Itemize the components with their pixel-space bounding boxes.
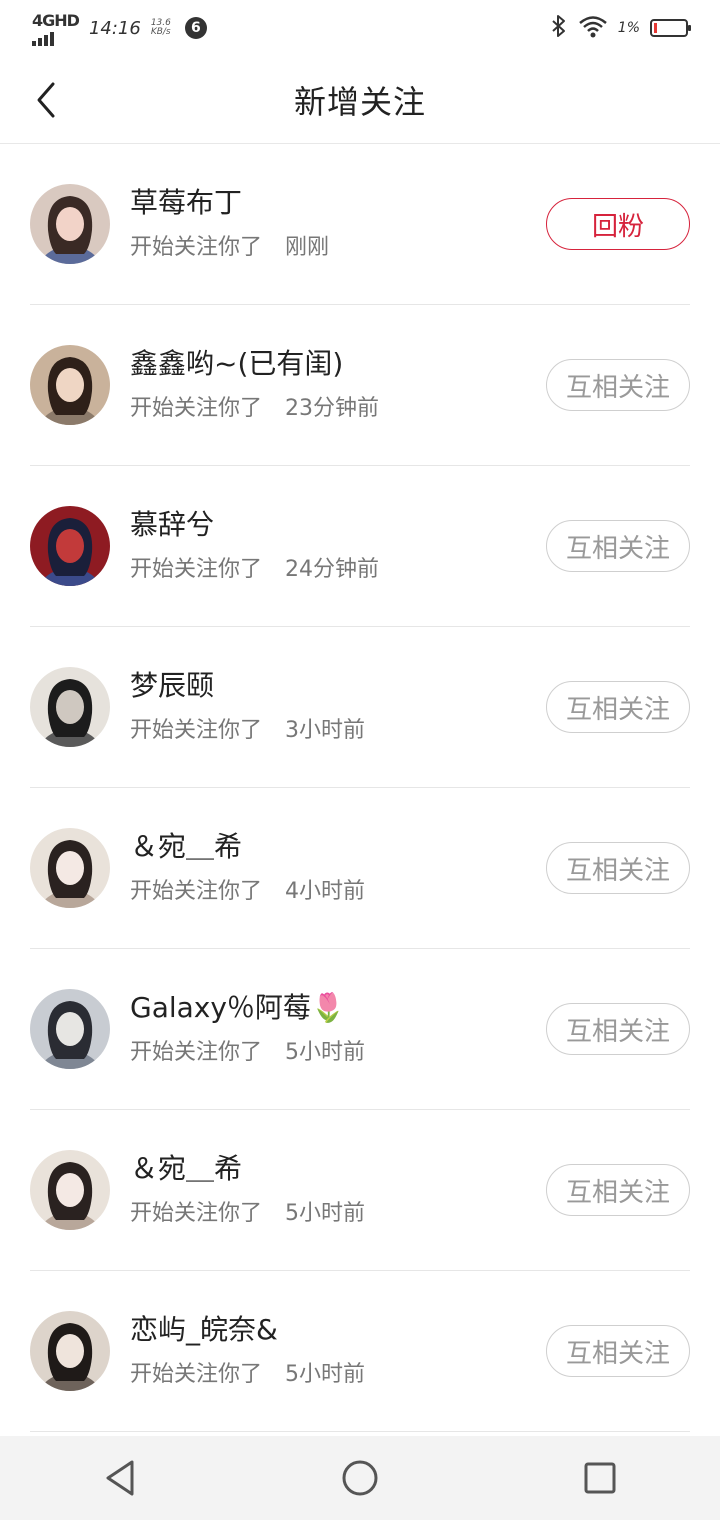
wifi-icon <box>578 14 608 42</box>
network-speed-unit: KB/s <box>150 27 171 37</box>
follower-info: ＆宛＿希 开始关注你了 5小时前 <box>130 1151 546 1229</box>
follow-action-text: 开始关注你了 <box>130 879 263 904</box>
mutual-follow-button[interactable]: 互相关注 <box>546 1003 690 1055</box>
mutual-follow-button[interactable]: 互相关注 <box>546 520 690 572</box>
follow-action-text: 开始关注你了 <box>130 235 263 260</box>
status-bar-right: 1% <box>550 14 691 42</box>
mutual-follow-button[interactable]: 互相关注 <box>546 681 690 733</box>
follow-time: 23分钟前 <box>285 396 380 421</box>
status-bar: 4GHD 14:16 13.6 KB/s 6 1% <box>0 0 720 56</box>
avatar[interactable] <box>30 989 110 1069</box>
follower-info: 梦辰颐 开始关注你了 3小时前 <box>130 668 546 746</box>
follower-row[interactable]: ＆宛＿希 开始关注你了 5小时前 互相关注 <box>30 1110 690 1271</box>
avatar-image <box>30 506 110 586</box>
avatar-image <box>30 1150 110 1230</box>
follow-action-text: 开始关注你了 <box>130 718 263 743</box>
avatar-image <box>30 828 110 908</box>
follower-subtitle: 开始关注你了 23分钟前 <box>130 394 546 424</box>
follower-name[interactable]: 恋屿_皖奈& <box>130 1312 546 1350</box>
follower-row[interactable]: 恋屿_皖奈& 开始关注你了 5小时前 互相关注 <box>30 1271 690 1432</box>
avatar-image <box>30 989 110 1069</box>
clock: 14:16 <box>88 17 141 39</box>
follower-subtitle: 开始关注你了 刚刚 <box>130 233 546 263</box>
avatar[interactable] <box>30 1150 110 1230</box>
follow-time: 刚刚 <box>285 235 330 260</box>
follow-time: 5小时前 <box>285 1362 366 1387</box>
follower-name[interactable]: 草莓布丁 <box>130 185 546 223</box>
follow-action-text: 开始关注你了 <box>130 557 263 582</box>
back-triangle-icon <box>106 1460 134 1496</box>
follow-time: 3小时前 <box>285 718 366 743</box>
follower-subtitle: 开始关注你了 4小时前 <box>130 877 546 907</box>
avatar-image <box>30 667 110 747</box>
battery-icon <box>650 19 691 37</box>
nav-home-button[interactable] <box>330 1448 390 1508</box>
network-speed: 13.6 KB/s <box>151 19 175 37</box>
follower-info: Galaxy％阿莓🌷 开始关注你了 5小时前 <box>130 990 546 1068</box>
network-type: 4GHD <box>32 10 80 30</box>
follower-name[interactable]: Galaxy％阿莓🌷 <box>130 990 546 1028</box>
avatar-image <box>30 345 110 425</box>
page-title: 新增关注 <box>293 82 426 121</box>
bluetooth-icon <box>550 14 568 42</box>
follow-back-button[interactable]: 回粉 <box>546 198 690 250</box>
follower-info: 鑫鑫哟~(已有闺) 开始关注你了 23分钟前 <box>130 346 546 424</box>
mutual-follow-button[interactable]: 互相关注 <box>546 842 690 894</box>
nav-back-button[interactable] <box>90 1448 150 1508</box>
follower-name[interactable]: 鑫鑫哟~(已有闺) <box>130 346 546 384</box>
mutual-follow-button[interactable]: 互相关注 <box>546 359 690 411</box>
follower-subtitle: 开始关注你了 5小时前 <box>130 1038 546 1068</box>
follow-action-text: 开始关注你了 <box>130 1040 263 1065</box>
follow-action-text: 开始关注你了 <box>130 1201 263 1226</box>
follower-subtitle: 开始关注你了 5小时前 <box>130 1199 546 1229</box>
avatar[interactable] <box>30 1311 110 1391</box>
follower-name[interactable]: ＆宛＿希 <box>130 829 546 867</box>
follow-time: 24分钟前 <box>285 557 380 582</box>
avatar[interactable] <box>30 184 110 264</box>
follower-row[interactable]: Galaxy％阿莓🌷 开始关注你了 5小时前 互相关注 <box>30 949 690 1110</box>
follower-row[interactable]: 草莓布丁 开始关注你了 刚刚 回粉 <box>30 144 690 305</box>
avatar[interactable] <box>30 667 110 747</box>
home-circle-icon <box>342 1460 378 1496</box>
follower-subtitle: 开始关注你了 3小时前 <box>130 716 546 746</box>
follower-name[interactable]: 慕辞兮 <box>130 507 546 545</box>
avatar[interactable] <box>30 506 110 586</box>
signal-icon <box>32 30 54 46</box>
follower-info: 恋屿_皖奈& 开始关注你了 5小时前 <box>130 1312 546 1390</box>
follower-info: 草莓布丁 开始关注你了 刚刚 <box>130 185 546 263</box>
follower-info: ＆宛＿希 开始关注你了 4小时前 <box>130 829 546 907</box>
recents-square-icon <box>584 1462 616 1494</box>
follower-info: 慕辞兮 开始关注你了 24分钟前 <box>130 507 546 585</box>
network-indicator: 4GHD <box>32 10 80 46</box>
follower-name[interactable]: ＆宛＿希 <box>130 1151 546 1189</box>
follow-time: 4小时前 <box>285 879 366 904</box>
avatar[interactable] <box>30 345 110 425</box>
back-chevron-icon <box>37 82 55 118</box>
follow-time: 5小时前 <box>285 1040 366 1065</box>
status-bar-left: 4GHD 14:16 13.6 KB/s 6 <box>32 11 207 46</box>
follow-action-text: 开始关注你了 <box>130 396 263 421</box>
mutual-follow-button[interactable]: 互相关注 <box>546 1325 690 1377</box>
system-nav-bar <box>0 1436 720 1520</box>
follow-action-text: 开始关注你了 <box>130 1362 263 1387</box>
mutual-follow-button[interactable]: 互相关注 <box>546 1164 690 1216</box>
page-header: 新增关注 <box>0 56 720 144</box>
avatar-image <box>30 1311 110 1391</box>
avatar[interactable] <box>30 828 110 908</box>
follower-row[interactable]: 鑫鑫哟~(已有闺) 开始关注你了 23分钟前 互相关注 <box>30 305 690 466</box>
follower-row[interactable]: 慕辞兮 开始关注你了 24分钟前 互相关注 <box>30 466 690 627</box>
follower-row[interactable]: 梦辰颐 开始关注你了 3小时前 互相关注 <box>30 627 690 788</box>
follower-name[interactable]: 梦辰颐 <box>130 668 546 706</box>
notification-badge: 6 <box>184 17 207 39</box>
nav-recents-button[interactable] <box>570 1448 630 1508</box>
follower-subtitle: 开始关注你了 5小时前 <box>130 1360 546 1390</box>
back-button[interactable] <box>24 78 68 122</box>
app-root: 4GHD 14:16 13.6 KB/s 6 1% 新增关注 草莓布丁 开始关注… <box>0 0 720 1520</box>
follower-list: 草莓布丁 开始关注你了 刚刚 回粉 鑫鑫哟~(已有闺) 开始关注你了 23分钟前… <box>0 144 720 1432</box>
avatar-image <box>30 184 110 264</box>
follower-subtitle: 开始关注你了 24分钟前 <box>130 555 546 585</box>
follower-row[interactable]: ＆宛＿希 开始关注你了 4小时前 互相关注 <box>30 788 690 949</box>
follow-time: 5小时前 <box>285 1201 366 1226</box>
battery-percent: 1% <box>617 20 640 36</box>
